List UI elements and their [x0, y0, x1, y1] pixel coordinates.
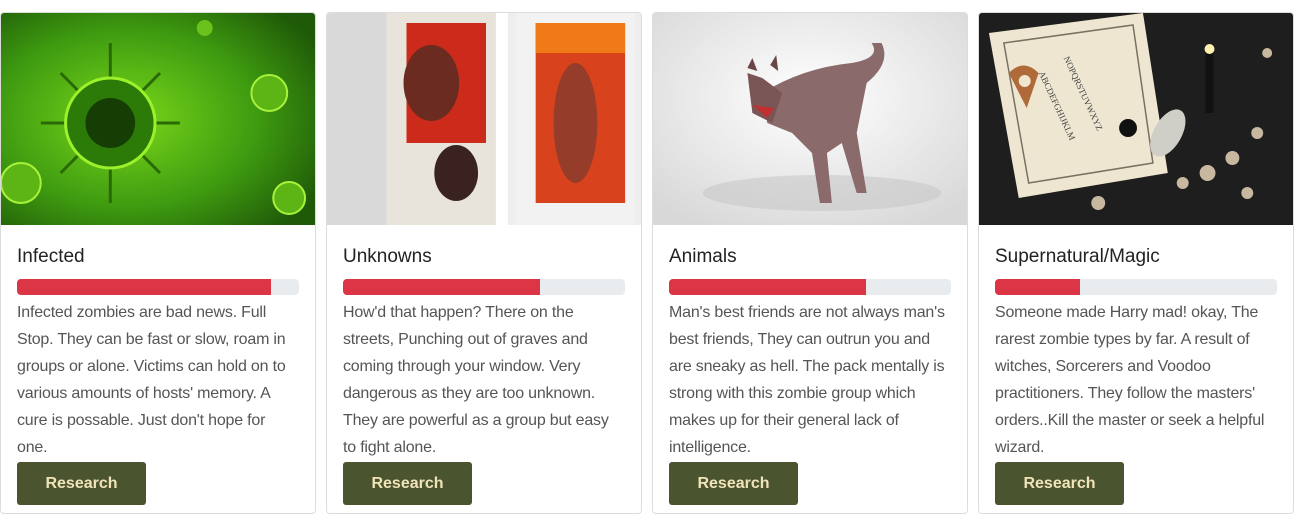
card-description: Someone made Harry mad! okay, The rarest…: [995, 304, 1265, 456]
threat-progress-bar: [343, 279, 625, 295]
threat-progress-bar: [17, 279, 299, 295]
card-title: Animals: [669, 246, 737, 267]
card-supernatural-magic: ABCDEFGHIJKLM NOPQRSTUVWXYZ Supernatural…: [978, 12, 1294, 514]
card-row: Infected Infected zombies are bad news. …: [0, 0, 1301, 530]
zombies-window-image: [327, 13, 641, 225]
card-description: How'd that happen? There on the streets,…: [343, 304, 609, 456]
research-button[interactable]: Research: [995, 462, 1124, 505]
card-infected: Infected Infected zombies are bad news. …: [0, 12, 316, 514]
virus-image: [1, 13, 315, 225]
card-title: Supernatural/Magic: [995, 246, 1160, 267]
card-title: Unknowns: [343, 246, 432, 267]
card-unknowns: Unknowns How'd that happen? There on the…: [326, 12, 642, 514]
threat-progress-fill: [995, 279, 1080, 295]
threat-progress-bar: [995, 279, 1277, 295]
threat-progress-fill: [17, 279, 271, 295]
research-button[interactable]: Research: [343, 462, 472, 505]
card-description: Infected zombies are bad news. Full Stop…: [17, 304, 286, 456]
research-button[interactable]: Research: [669, 462, 798, 505]
card-animals: Animals Man's best friends are not alway…: [652, 12, 968, 514]
research-button[interactable]: Research: [17, 462, 146, 505]
card-title: Infected: [17, 246, 85, 267]
zombie-dog-image: [653, 13, 967, 225]
card-description: Man's best friends are not always man's …: [669, 304, 945, 456]
threat-progress-fill: [343, 279, 541, 295]
threat-progress-bar: [669, 279, 951, 295]
ouija-board-image: ABCDEFGHIJKLM NOPQRSTUVWXYZ: [979, 13, 1293, 225]
threat-progress-fill: [669, 279, 867, 295]
